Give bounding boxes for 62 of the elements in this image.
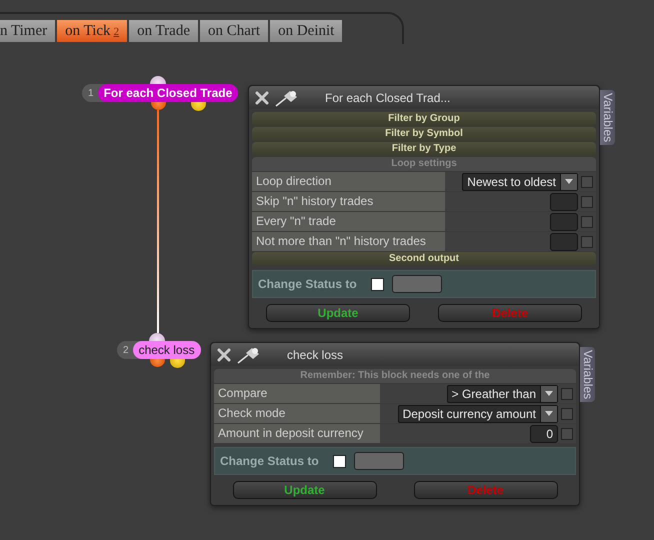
close-icon[interactable] — [217, 348, 231, 362]
input-port[interactable] — [149, 333, 165, 341]
output-port[interactable] — [151, 102, 166, 110]
update-button[interactable]: Update — [266, 304, 410, 322]
tab[interactable]: on Chart — [200, 20, 268, 42]
checkbox[interactable] — [581, 236, 593, 248]
status-label: Change Status to — [220, 454, 319, 468]
caret-icon — [565, 179, 573, 184]
panel-title: check loss — [287, 348, 344, 362]
output-port[interactable] — [150, 359, 165, 367]
tab[interactable]: on Tick 2 — [57, 20, 128, 42]
caret-icon — [545, 411, 553, 416]
caret-icon — [545, 391, 553, 396]
number-field[interactable] — [550, 212, 578, 230]
checkbox[interactable] — [561, 408, 573, 420]
dropdown[interactable]: > Greather than — [446, 384, 558, 402]
node-number: 2 — [122, 344, 130, 356]
note-text: Remember: This block needs one of the — [214, 369, 576, 383]
tab[interactable]: on Trade — [129, 20, 198, 42]
row-label: Loop direction — [252, 172, 445, 191]
flow-node[interactable]: 1 For each Closed Trade — [82, 84, 238, 102]
checkbox[interactable] — [581, 176, 593, 188]
row-label: Not more than "n" history trades — [252, 232, 445, 251]
row-label: Every "n" trade — [252, 212, 445, 231]
input-port[interactable] — [150, 76, 166, 84]
status-field[interactable] — [354, 452, 404, 470]
checkbox[interactable] — [370, 278, 384, 290]
checkbox[interactable] — [332, 454, 346, 468]
section-header[interactable]: Filter by Symbol — [252, 127, 596, 141]
checkbox[interactable] — [581, 216, 593, 228]
panel-title: For each Closed Trad... — [325, 90, 450, 104]
row-label: Skip "n" history trades — [252, 192, 445, 211]
number-field[interactable] — [550, 232, 578, 250]
status-label: Change Status to — [258, 277, 357, 291]
variables-tab[interactable]: Variables — [600, 90, 615, 146]
node-label[interactable]: check loss — [132, 341, 201, 359]
checkbox[interactable] — [581, 196, 593, 208]
tab[interactable]: on Deinit — [270, 20, 342, 42]
row-label: Check mode — [214, 404, 380, 423]
dropdown[interactable]: Deposit currency amount — [398, 404, 558, 422]
output-port[interactable] — [170, 359, 185, 368]
row-label: Compare — [214, 384, 380, 403]
section-header[interactable]: Second output — [252, 252, 596, 266]
output-port[interactable] — [191, 102, 206, 111]
node-label[interactable]: For each Closed Trade — [98, 84, 238, 102]
node-number: 1 — [87, 88, 95, 98]
number-field[interactable] — [550, 192, 578, 210]
status-field[interactable] — [392, 275, 442, 293]
pin-icon[interactable] — [237, 346, 261, 364]
section-header[interactable]: Filter by Type — [252, 142, 596, 156]
variables-tab[interactable]: Variables — [580, 347, 595, 402]
flow-node[interactable]: 2 check loss — [117, 341, 201, 359]
number-field[interactable]: 0 — [530, 424, 558, 442]
dropdown[interactable]: Newest to oldest — [462, 172, 578, 190]
pin-icon[interactable] — [275, 88, 299, 106]
checkbox[interactable] — [561, 428, 573, 440]
section-header[interactable]: Filter by Group — [252, 112, 596, 126]
tab[interactable]: n Timer — [0, 20, 56, 42]
update-button[interactable]: Update — [232, 481, 376, 499]
close-icon[interactable] — [255, 90, 269, 104]
row-label: Amount in deposit currency — [214, 424, 380, 443]
checkbox[interactable] — [561, 388, 573, 400]
